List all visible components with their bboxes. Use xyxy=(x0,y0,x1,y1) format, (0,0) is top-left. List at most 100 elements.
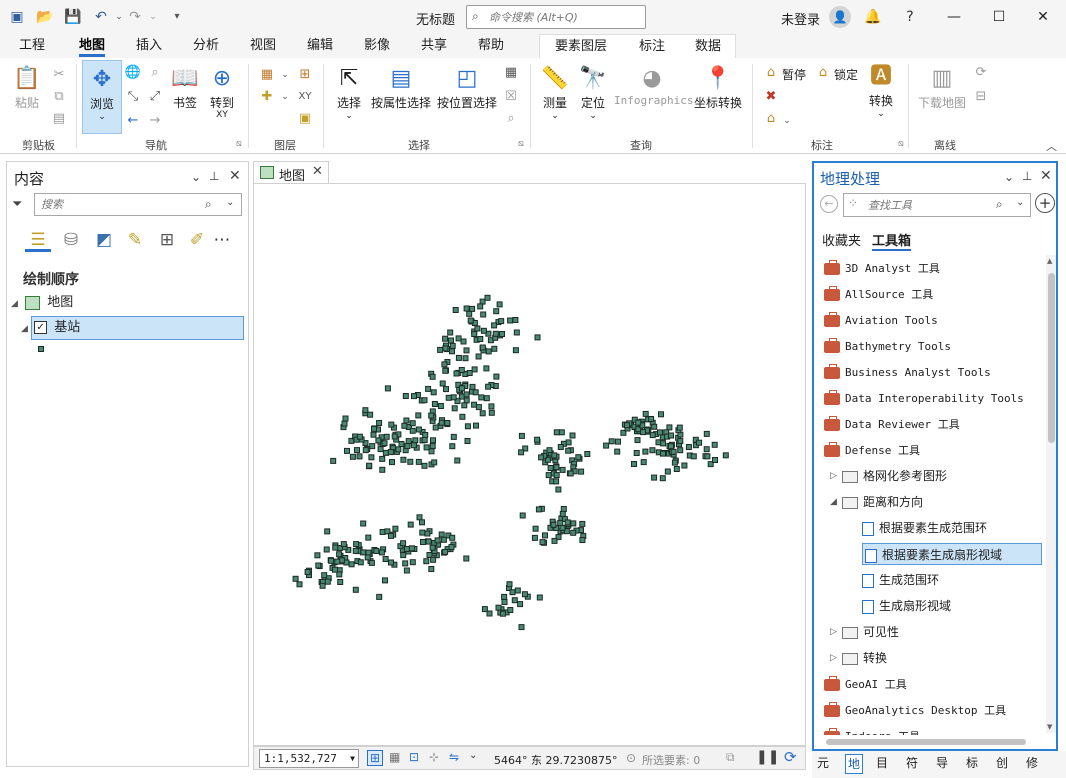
base-station-point[interactable] xyxy=(690,453,697,460)
tool-item[interactable]: 生成范围环 xyxy=(862,569,939,591)
base-station-point[interactable] xyxy=(421,397,428,404)
save-icon[interactable]: 💾 xyxy=(64,8,82,26)
explore-button[interactable]: ✥ 浏览 ⌄ xyxy=(82,60,122,134)
base-station-point[interactable] xyxy=(677,438,684,445)
base-station-point[interactable] xyxy=(459,413,466,420)
maximize-button[interactable]: ☐ xyxy=(981,3,1017,31)
base-station-point[interactable] xyxy=(438,419,445,426)
tab-favorites[interactable]: 收藏夹 xyxy=(822,230,861,249)
next-extent-icon[interactable]: → xyxy=(146,112,164,130)
base-station-point[interactable] xyxy=(365,549,372,556)
close-tab-icon[interactable]: ✕ xyxy=(312,164,323,179)
base-station-point[interactable] xyxy=(419,529,426,536)
base-station-point[interactable] xyxy=(640,429,646,436)
base-station-point[interactable] xyxy=(569,432,576,439)
base-station-point[interactable] xyxy=(424,530,431,537)
base-station-point[interactable] xyxy=(559,466,566,473)
base-station-point[interactable] xyxy=(463,555,470,562)
base-station-point[interactable] xyxy=(517,601,524,608)
base-station-point[interactable] xyxy=(696,439,703,446)
dialog-launcher-icon[interactable]: ⧅ xyxy=(236,139,242,149)
lock-labeling-icon[interactable]: ⌂ xyxy=(814,64,832,82)
base-station-point[interactable] xyxy=(421,437,428,443)
base-station-point[interactable] xyxy=(575,454,582,461)
undo-icon[interactable]: ↶ xyxy=(92,8,110,26)
base-station-point[interactable] xyxy=(364,554,371,561)
base-station-point[interactable] xyxy=(463,347,470,354)
tab-modify-features[interactable]: 修 xyxy=(1026,754,1038,774)
tab-insert[interactable]: 插入 xyxy=(136,37,162,57)
base-station-point[interactable] xyxy=(445,394,452,401)
base-station-point[interactable] xyxy=(660,450,666,457)
zoom-out-fixed-icon[interactable]: ⤢ xyxy=(146,88,164,106)
base-station-point[interactable] xyxy=(532,525,539,532)
base-station-point[interactable] xyxy=(455,335,462,342)
view-unplaced-icon[interactable]: ✖ xyxy=(762,88,780,106)
toolbox-item[interactable]: Indoors 工具 xyxy=(824,725,920,735)
convert-labels-button[interactable]: 🅰 转换 ⌄ xyxy=(864,62,898,119)
base-station-point[interactable] xyxy=(407,458,414,465)
base-station-point[interactable] xyxy=(342,415,349,422)
refresh-map-icon[interactable]: ⟳ xyxy=(784,748,797,766)
base-station-point[interactable] xyxy=(428,448,435,455)
base-station-point[interactable] xyxy=(379,529,386,535)
minimize-button[interactable]: — xyxy=(936,3,972,31)
base-station-point[interactable] xyxy=(521,591,528,598)
base-station-point[interactable] xyxy=(477,336,484,342)
base-station-point[interactable] xyxy=(378,549,385,556)
base-station-point[interactable] xyxy=(344,447,350,454)
tab-label-class[interactable]: 标 xyxy=(966,754,978,774)
base-station-point[interactable] xyxy=(633,450,640,456)
base-station-point[interactable] xyxy=(671,459,678,466)
base-station-point[interactable] xyxy=(400,540,407,547)
base-station-point[interactable] xyxy=(450,394,457,401)
base-station-point[interactable] xyxy=(479,344,486,351)
base-station-point[interactable] xyxy=(428,566,435,572)
base-station-point[interactable] xyxy=(419,519,425,526)
base-station-point[interactable] xyxy=(440,536,447,543)
chevron-down-icon[interactable]: ⌄ xyxy=(276,66,294,84)
base-station-point[interactable] xyxy=(356,433,363,440)
base-station-point[interactable] xyxy=(370,431,377,438)
tool-item[interactable]: 根据要素生成范围环 xyxy=(862,517,987,539)
base-station-point[interactable] xyxy=(538,454,545,461)
base-station-point[interactable] xyxy=(535,506,542,513)
base-station-point[interactable] xyxy=(658,411,664,418)
pane-options-icon[interactable]: ⌄ xyxy=(1004,170,1014,184)
base-station-point[interactable] xyxy=(315,562,322,569)
base-station-point[interactable] xyxy=(332,566,338,573)
horizontal-scrollbar[interactable] xyxy=(818,738,1044,746)
base-station-point[interactable] xyxy=(564,519,571,526)
base-station-point[interactable] xyxy=(507,317,514,324)
base-station-point[interactable] xyxy=(492,330,499,337)
list-by-editing-icon[interactable]: ✎ xyxy=(122,228,148,252)
base-station-point[interactable] xyxy=(666,424,673,431)
base-station-point[interactable] xyxy=(651,474,658,481)
tab-geoprocessing-pane[interactable]: 地 xyxy=(845,754,864,774)
base-station-point[interactable] xyxy=(506,581,513,588)
coordinate-conversion-button[interactable]: 📍 坐标转换 xyxy=(692,64,744,111)
toolset-item[interactable]: ▷ 转换 xyxy=(830,647,887,669)
base-station-point[interactable] xyxy=(579,537,586,543)
base-station-point[interactable] xyxy=(649,432,656,439)
zoom-to-selection-icon[interactable]: ⌕ xyxy=(502,110,520,128)
customize-quick-access-icon[interactable]: ▾ xyxy=(168,8,186,26)
find-tools-input[interactable] xyxy=(868,197,988,214)
base-station-point[interactable] xyxy=(354,447,360,454)
tab-share[interactable]: 共享 xyxy=(421,37,447,57)
base-station-point[interactable] xyxy=(341,420,348,427)
zoom-in-fixed-icon[interactable]: ⤡ xyxy=(124,88,142,106)
base-station-point[interactable] xyxy=(471,366,478,373)
base-station-point[interactable] xyxy=(376,420,383,426)
toolbox-item[interactable]: AllSource 工具 xyxy=(824,283,933,305)
base-station-point[interactable] xyxy=(463,397,470,404)
base-station-point[interactable] xyxy=(405,438,412,445)
toolbox-item[interactable]: Aviation Tools xyxy=(824,309,938,331)
base-station-point[interactable] xyxy=(469,383,476,390)
list-by-snapping-icon[interactable]: ⊞ xyxy=(154,228,180,252)
base-station-point[interactable] xyxy=(388,421,395,428)
tool-item[interactable]: 根据要素生成扇形视域 xyxy=(862,543,1042,565)
layer-visibility-checkbox[interactable]: ✓ xyxy=(34,321,48,334)
base-station-point[interactable] xyxy=(429,544,436,551)
base-station-point[interactable] xyxy=(712,457,718,463)
